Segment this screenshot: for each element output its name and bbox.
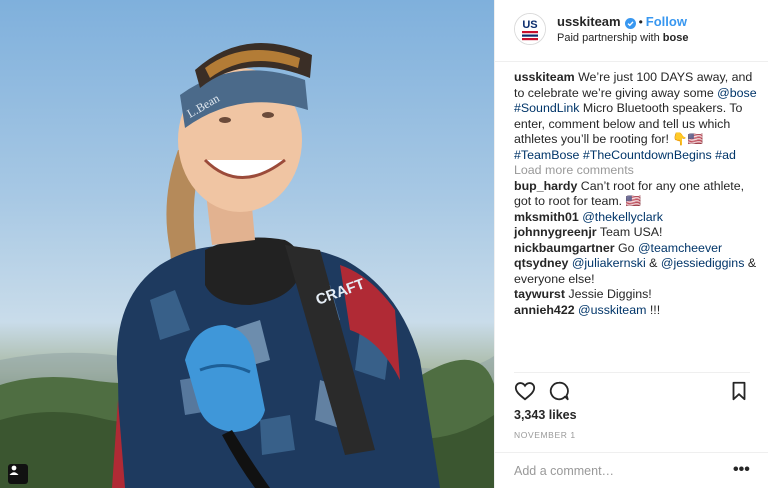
comment-item: johnnygreenjr Team USA! — [514, 225, 759, 241]
header-username[interactable]: usskiteam — [557, 14, 621, 29]
comment-username[interactable]: bup_hardy — [514, 179, 577, 193]
header-separator: • — [638, 14, 643, 29]
comment-text: Go — [614, 240, 638, 255]
caption-username[interactable]: usskiteam — [514, 70, 575, 84]
partner-prefix: Paid partnership with — [557, 32, 663, 44]
comment-username[interactable]: mksmith01 — [514, 210, 579, 224]
comment-text: & — [645, 256, 661, 270]
avatar[interactable]: US — [514, 13, 546, 45]
paid-partnership-label: Paid partnership with bose — [557, 32, 688, 44]
comment-mention[interactable]: @usskiteam — [575, 303, 646, 317]
follow-button[interactable]: Follow — [646, 14, 687, 29]
comment-item: taywurst Jessie Diggins! — [514, 287, 759, 303]
post-caption: usskiteam We’re just 100 DAYS away, and … — [514, 70, 759, 163]
comment-mention[interactable]: @juliakernski — [568, 256, 646, 270]
post-date: NOVEMBER 1 — [514, 430, 576, 440]
more-options-icon[interactable]: ••• — [733, 461, 750, 479]
bookmark-icon[interactable] — [728, 380, 750, 402]
comment-username[interactable]: qtsydney — [514, 256, 568, 270]
comments-list: usskiteam We’re just 100 DAYS away, and … — [514, 70, 759, 318]
comment-item: qtsydney @juliakernski & @jessiediggins … — [514, 256, 759, 287]
post-side-panel: US usskiteam • Follow Paid partnership w… — [494, 0, 768, 488]
comment-mention[interactable]: @jessiediggins — [661, 256, 745, 270]
load-more-comments-button[interactable]: Load more comments — [514, 163, 759, 179]
verified-badge-icon — [624, 16, 636, 29]
comment-item: mksmith01 @thekellyclark — [514, 210, 759, 226]
header-username-row: usskiteam • Follow — [557, 14, 687, 29]
comment-mention[interactable]: @thekellyclark — [579, 210, 663, 224]
post-photo-illustration: L.Bean CRAFT — [0, 43, 494, 488]
likes-count[interactable]: 3,343 likes — [514, 408, 577, 422]
caption-hashtag[interactable]: #TheCountdownBegins — [583, 148, 712, 162]
comment-item: nickbaumgartner Go @teamcheever — [514, 241, 759, 257]
user-tag-icon[interactable] — [8, 464, 28, 484]
post-actions-bar — [514, 380, 750, 402]
comment-text: Jessie Diggins! — [564, 287, 652, 301]
heart-icon[interactable] — [514, 380, 536, 402]
partner-name-link[interactable]: bose — [663, 32, 689, 44]
comment-item: annieh422 @usskiteam !!! — [514, 303, 759, 319]
caption-mention[interactable]: @bose — [717, 86, 756, 100]
comment-mention[interactable]: @teamcheever — [638, 241, 722, 255]
comment-username[interactable]: nickbaumgartner — [514, 241, 615, 255]
comment-text: Team USA! — [596, 225, 663, 239]
actions-divider — [514, 372, 750, 373]
comment-username[interactable]: annieh422 — [514, 303, 575, 317]
post-photo[interactable]: L.Bean CRAFT — [0, 0, 494, 488]
caption-hashtag[interactable]: #SoundLink — [514, 101, 579, 115]
comment-text: !!! — [646, 302, 661, 317]
post-header: US usskiteam • Follow Paid partnership w… — [495, 0, 768, 62]
avatar-logo-text: US — [522, 19, 537, 31]
comment-bubble-icon[interactable] — [548, 380, 570, 402]
comment-username[interactable]: johnnygreenjr — [514, 225, 597, 239]
caption-emoji: 👇🇺🇸 — [672, 132, 704, 146]
comment-username[interactable]: taywurst — [514, 287, 565, 301]
caption-hashtag[interactable]: #ad — [715, 148, 736, 162]
add-comment-bar: ••• — [495, 452, 768, 488]
comment-item: bup_hardy Can’t root for any one athlete… — [514, 179, 759, 210]
caption-hashtag[interactable]: #TeamBose — [514, 148, 579, 162]
add-comment-input[interactable] — [514, 462, 714, 480]
